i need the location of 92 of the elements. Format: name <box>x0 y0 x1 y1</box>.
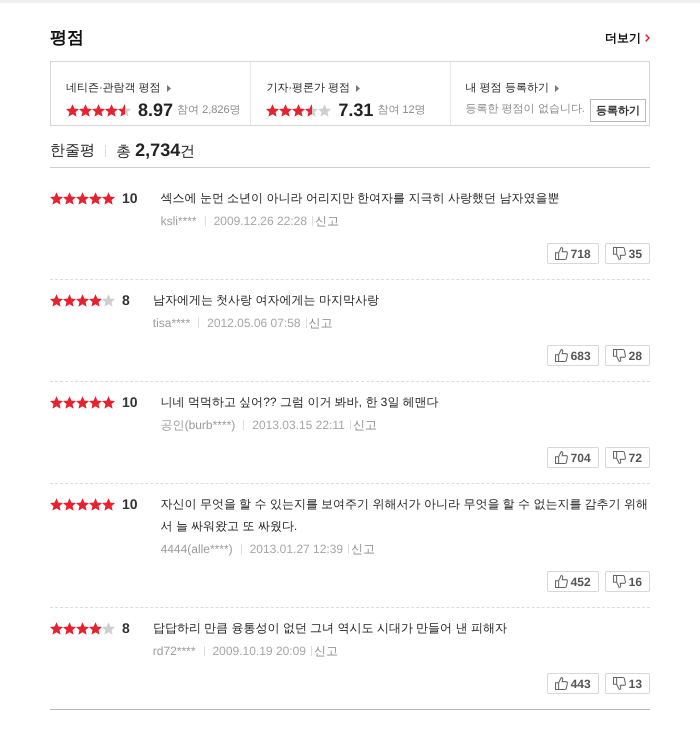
star-icon <box>50 498 63 510</box>
star-icon <box>76 192 89 204</box>
average-score: 7.31 <box>338 99 374 121</box>
section-title: 평점 <box>50 27 84 49</box>
more-link[interactable]: 더보기 <box>605 29 650 47</box>
like-button[interactable]: 443 <box>546 673 599 694</box>
dislike-button[interactable]: 28 <box>604 345 650 366</box>
like-button[interactable]: 718 <box>546 243 599 264</box>
author-name: rd72**** <box>152 643 196 660</box>
star-icon <box>92 104 105 116</box>
star-icon <box>292 104 306 116</box>
dislike-button[interactable]: 72 <box>604 447 650 468</box>
rating-title-link[interactable]: 내 평점 등록하기 <box>466 79 559 97</box>
star-icon <box>89 622 102 634</box>
star-icon <box>76 622 89 634</box>
review-score: 10 <box>122 188 138 208</box>
review-date: 2009.10.19 20:09 <box>212 643 306 660</box>
like-button[interactable]: 452 <box>546 571 599 592</box>
thumbs-up-icon <box>554 247 568 260</box>
review-score: 10 <box>122 494 138 514</box>
register-button[interactable]: 등록하기 <box>590 99 646 122</box>
dislike-button[interactable]: 13 <box>604 673 650 694</box>
star-icon <box>63 498 76 510</box>
review-date: 2013.03.15 22:11 <box>252 417 345 434</box>
star-icon <box>89 498 102 510</box>
thumbs-down-icon <box>612 677 626 690</box>
thumbs-down-icon <box>612 575 626 588</box>
star-icon <box>305 104 318 116</box>
rating-title-link[interactable]: 기자·평론가 평점 <box>266 79 360 97</box>
star-icon <box>63 294 76 306</box>
star-icon <box>118 104 131 116</box>
star-icon <box>50 294 63 306</box>
star-icon <box>66 104 79 116</box>
star-icon <box>63 192 76 204</box>
average-score: 8.97 <box>138 99 174 121</box>
review-text: 섹스에 눈먼 소년이 아니라 어리지만 한여자를 지극히 사랑했던 남자였을뿐 <box>160 190 560 207</box>
star-icon <box>102 294 115 306</box>
star-icon <box>102 622 115 634</box>
star-icon <box>50 192 63 204</box>
review-date: 2009.12.26 22:28 <box>214 213 308 230</box>
dislike-button[interactable]: 35 <box>604 243 650 264</box>
review-total: 총 2,734건 <box>116 139 196 162</box>
section-title: 한줄평 <box>50 141 95 161</box>
chevron-right-icon <box>645 34 650 42</box>
star-icon <box>102 192 115 204</box>
star-icon <box>266 104 280 116</box>
star-icon <box>76 294 89 306</box>
star-icon <box>318 104 332 116</box>
review-score: 8 <box>122 618 130 638</box>
review-score: 8 <box>122 290 130 310</box>
thumbs-down-icon <box>612 451 626 464</box>
star-icon <box>63 622 76 634</box>
star-icon <box>79 104 92 116</box>
thumbs-down-icon <box>612 247 626 260</box>
thumbs-up-icon <box>554 451 568 464</box>
author-name: ksli**** <box>160 213 197 230</box>
review-text: 답답하리 만큼 융통성이 없던 그녀 역시도 시대가 만들어 낸 피해자 <box>152 620 508 637</box>
participant-count: 참여 2,826명 <box>177 103 241 118</box>
star-icon <box>63 396 76 408</box>
star-icon <box>279 104 292 116</box>
star-icon <box>76 498 89 510</box>
thumbs-up-icon <box>554 575 568 588</box>
review-text: 니네 먹먹하고 싶어?? 그럼 이거 봐바, 한 3일 헤맨다 <box>160 394 440 411</box>
like-button[interactable]: 683 <box>546 345 599 366</box>
like-button[interactable]: 704 <box>546 447 599 468</box>
star-icon <box>89 294 102 306</box>
caret-icon <box>356 84 360 92</box>
participant-count: 참여 12명 <box>377 103 426 118</box>
star-icon <box>89 396 102 408</box>
star-icon <box>102 498 115 510</box>
review-score: 10 <box>122 392 138 412</box>
caret-icon <box>166 84 171 92</box>
thumbs-up-icon <box>554 677 568 690</box>
review-text: 자신이 무엇을 할 수 있는지를 보여주기 위해서가 아니라 무엇을 할 수 없는지를 감추기 위해서 늘 싸워왔고 또 싸웠다. <box>160 496 649 535</box>
review-date: 2012.05.06 07:58 <box>207 315 301 332</box>
review-date: 2013.01.27 12:39 <box>250 541 344 558</box>
author-name: 4444(alle****) <box>160 541 233 558</box>
rating-title-link[interactable]: 네티즌·관람객 평점 <box>66 79 171 97</box>
review-text: 남자에게는 첫사랑 여자에게는 마지막사랑 <box>152 292 380 309</box>
star-icon <box>102 396 115 408</box>
star-icon <box>89 192 102 204</box>
caret-icon <box>554 84 559 92</box>
star-icon <box>50 622 63 634</box>
author-name: 공인(burb****) <box>160 417 236 434</box>
thumbs-up-icon <box>554 349 568 362</box>
empty-message: 등록한 평점이 없습니다. <box>466 102 585 116</box>
star-icon <box>50 396 63 408</box>
thumbs-down-icon <box>612 349 626 362</box>
star-icon <box>76 396 89 408</box>
dislike-button[interactable]: 16 <box>604 571 650 592</box>
author-name: tisa**** <box>152 315 190 332</box>
star-icon <box>105 104 118 116</box>
